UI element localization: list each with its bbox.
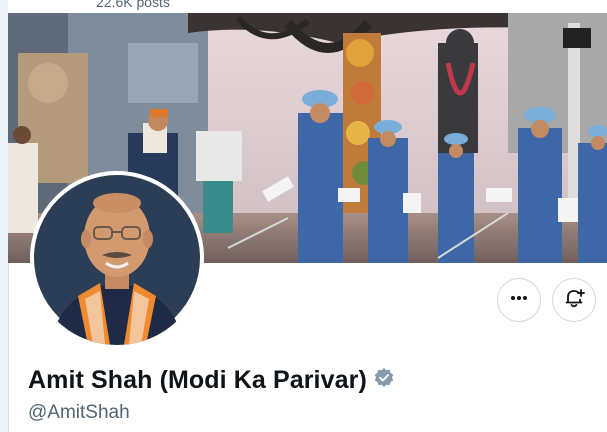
profile-avatar[interactable]: [30, 171, 204, 345]
avatar-photo: [30, 171, 204, 345]
profile-name-row: Amit Shah (Modi Ka Parivar): [28, 366, 395, 395]
bell-plus-icon: [563, 287, 585, 314]
profile-header-strip: 22.6K posts: [8, 0, 607, 13]
profile-display-name: Amit Shah (Modi Ka Parivar): [28, 366, 367, 394]
more-horizontal-icon: [509, 288, 529, 313]
profile-handle: @AmitShah: [28, 402, 130, 423]
more-options-button[interactable]: [497, 278, 541, 322]
turn-on-notifications-button[interactable]: [552, 278, 596, 322]
verified-badge-icon[interactable]: [373, 367, 395, 394]
post-count: 22.6K posts: [96, 0, 170, 10]
